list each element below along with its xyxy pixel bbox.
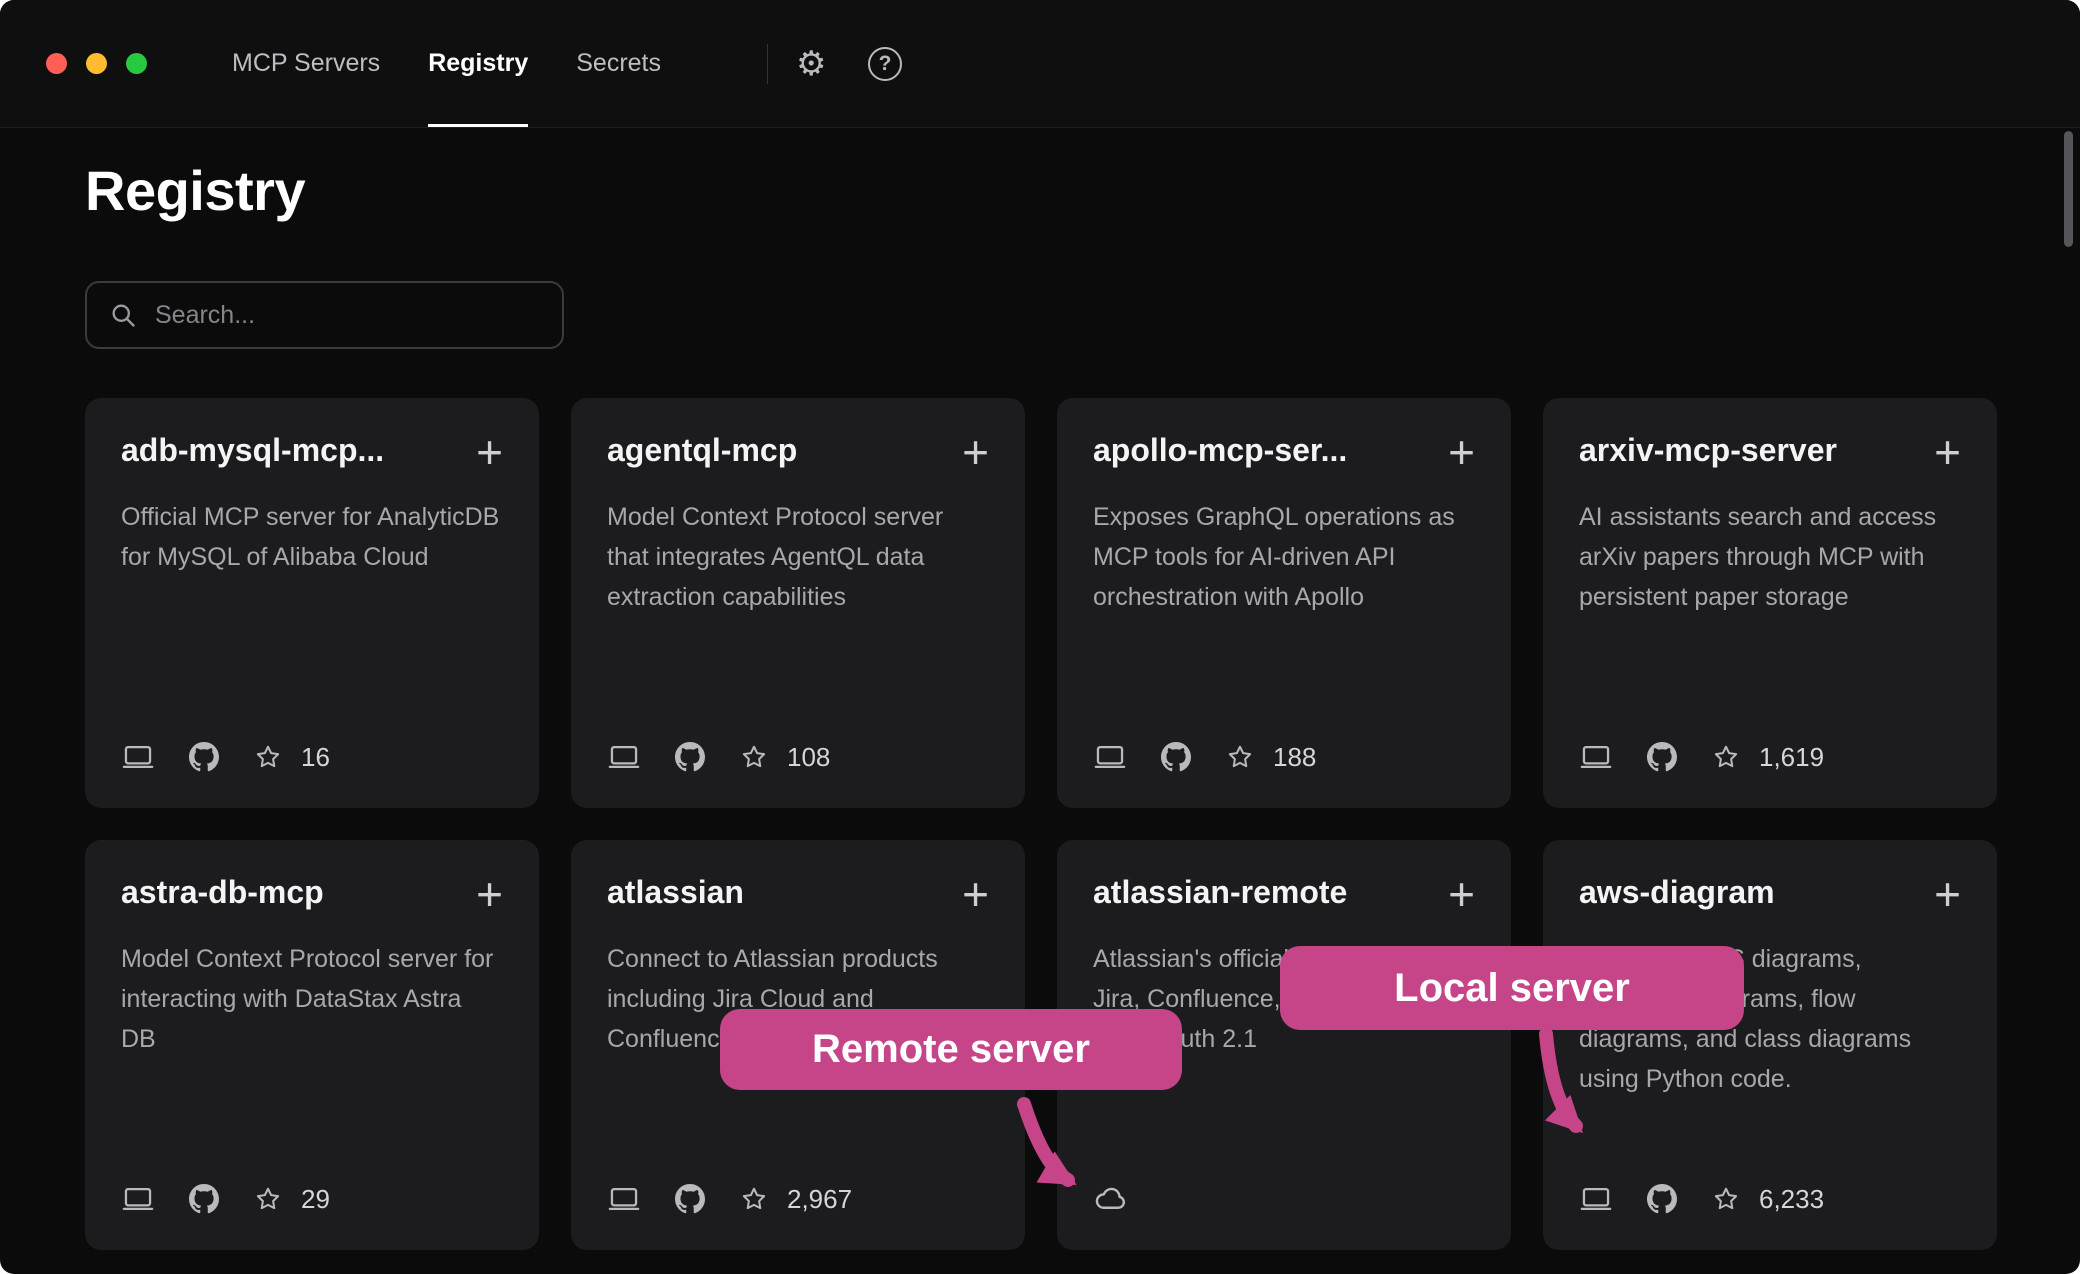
add-server-button[interactable]: + [1934,876,1961,913]
laptop-icon [1579,740,1613,774]
app-window: MCP Servers Registry Secrets ⚙ ? Registr… [0,0,2080,1274]
tab-secrets[interactable]: Secrets [576,0,661,127]
laptop-icon [1093,740,1127,774]
search-input[interactable] [153,300,540,331]
registry-card: adb-mysql-mcp... + Official MCP server f… [85,398,539,808]
star-count: 1,619 [1759,742,1824,773]
scrollbar[interactable] [2064,131,2073,247]
search-box [85,281,564,349]
settings-gear-icon[interactable]: ⚙ [796,0,826,127]
github-icon [1161,742,1191,772]
star-count: 108 [787,742,830,773]
local-server-callout: Local server [1280,946,1744,1030]
star-count: 16 [301,742,330,773]
star-count: 29 [301,1184,330,1215]
add-server-button[interactable]: + [476,434,503,471]
add-server-button[interactable]: + [962,876,989,913]
add-server-button[interactable]: + [962,434,989,471]
registry-card: aws-diagram + Generate AWS diagrams, seq… [1543,840,1997,1250]
server-description: Model Context Protocol server that integ… [607,497,989,617]
cloud-icon [1093,1180,1129,1216]
star-icon [1711,742,1741,772]
nav-divider [767,44,768,84]
server-name: apollo-mcp-ser... [1093,432,1347,469]
server-description: Exposes GraphQL operations as MCP tools … [1093,497,1475,617]
page-title: Registry [85,158,305,223]
card-header: atlassian + [607,874,989,913]
star-icon [253,1184,283,1214]
star-icon [739,1184,769,1214]
registry-card: apollo-mcp-ser... + Exposes GraphQL oper… [1057,398,1511,808]
github-icon [675,742,705,772]
star-count: 6,233 [1759,1184,1824,1215]
tab-mcp-servers[interactable]: MCP Servers [232,0,380,127]
server-name: arxiv-mcp-server [1579,432,1837,469]
card-footer: 6,233 [1579,1182,1961,1216]
registry-card: arxiv-mcp-server + AI assistants search … [1543,398,1997,808]
server-name: atlassian-remote [1093,874,1347,911]
server-description: Model Context Protocol server for intera… [121,939,503,1059]
help-icon[interactable]: ? [868,47,902,81]
github-icon [189,1184,219,1214]
registry-card: agentql-mcp + Model Context Protocol ser… [571,398,1025,808]
card-footer: 188 [1093,740,1475,774]
server-name: agentql-mcp [607,432,797,469]
registry-card-grid: adb-mysql-mcp... + Official MCP server f… [85,398,1997,1250]
card-header: apollo-mcp-ser... + [1093,432,1475,471]
star-icon [739,742,769,772]
laptop-icon [607,740,641,774]
star-count: 2,967 [787,1184,852,1215]
registry-card: astra-db-mcp + Model Context Protocol se… [85,840,539,1250]
card-header: astra-db-mcp + [121,874,503,913]
card-header: aws-diagram + [1579,874,1961,913]
server-name: aws-diagram [1579,874,1775,911]
server-name: astra-db-mcp [121,874,324,911]
tab-registry[interactable]: Registry [428,0,528,127]
traffic-lights [46,0,147,127]
laptop-icon [607,1182,641,1216]
github-icon [675,1184,705,1214]
star-icon [1711,1184,1741,1214]
laptop-icon [121,740,155,774]
add-server-button[interactable]: + [1448,434,1475,471]
star-icon [1225,742,1255,772]
card-footer: 108 [607,740,989,774]
star-icon [253,742,283,772]
titlebar: MCP Servers Registry Secrets ⚙ ? [0,0,2080,128]
add-server-button[interactable]: + [1934,434,1961,471]
card-header: adb-mysql-mcp... + [121,432,503,471]
minimize-window-button[interactable] [86,53,107,74]
close-window-button[interactable] [46,53,67,74]
zoom-window-button[interactable] [126,53,147,74]
main-nav: MCP Servers Registry Secrets [232,0,661,127]
search-icon [109,301,137,329]
add-server-button[interactable]: + [476,876,503,913]
server-name: adb-mysql-mcp... [121,432,384,469]
github-icon [1647,1184,1677,1214]
github-icon [1647,742,1677,772]
card-footer: 1,619 [1579,740,1961,774]
card-header: agentql-mcp + [607,432,989,471]
server-description: Official MCP server for AnalyticDB for M… [121,497,503,577]
server-name: atlassian [607,874,744,911]
github-icon [189,742,219,772]
add-server-button[interactable]: + [1448,876,1475,913]
card-footer: 16 [121,740,503,774]
laptop-icon [1579,1182,1613,1216]
card-footer: 29 [121,1182,503,1216]
card-footer: 2,967 [607,1182,989,1216]
card-header: atlassian-remote + [1093,874,1475,913]
laptop-icon [121,1182,155,1216]
card-header: arxiv-mcp-server + [1579,432,1961,471]
star-count: 188 [1273,742,1316,773]
server-description: AI assistants search and access arXiv pa… [1579,497,1961,617]
card-footer [1093,1180,1475,1216]
remote-server-callout: Remote server [720,1009,1182,1090]
